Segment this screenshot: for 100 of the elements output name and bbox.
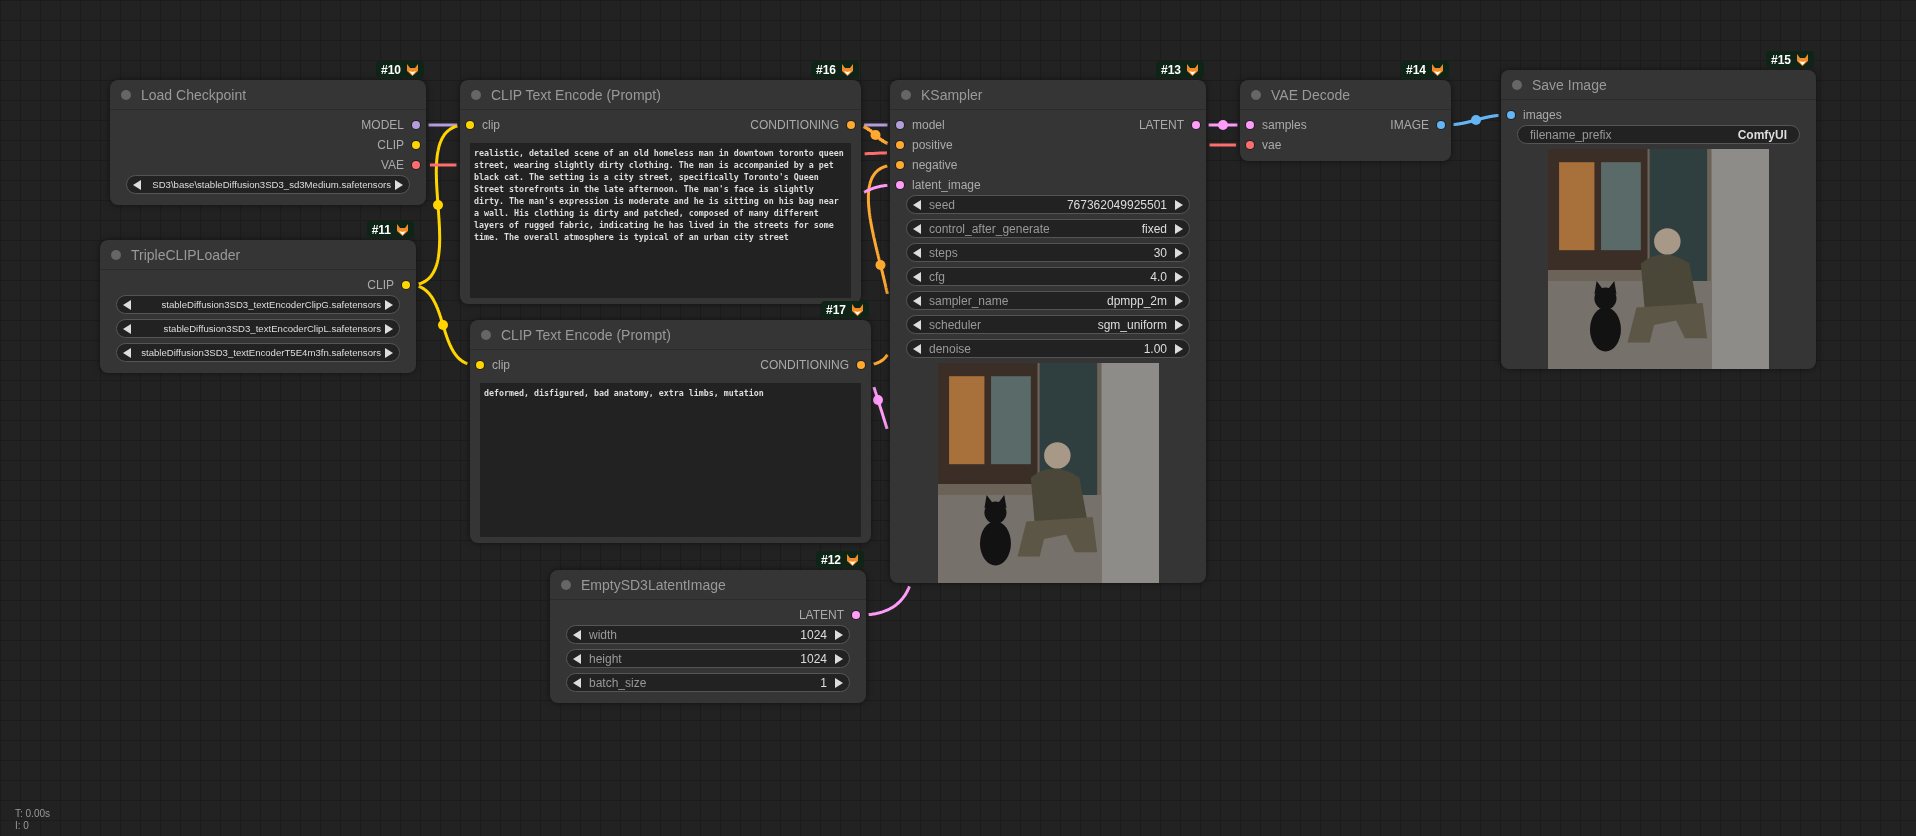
- node-title: KSampler: [921, 86, 983, 103]
- link-center-dot[interactable]: [438, 320, 448, 330]
- right-arrow-icon: [1175, 272, 1183, 282]
- node-dot-icon[interactable]: [121, 89, 131, 100]
- output-slot[interactable]: [847, 121, 855, 129]
- number-widget[interactable]: width 1024: [566, 625, 850, 644]
- combo-widget[interactable]: sampler_name dpmpp_2m: [906, 291, 1190, 310]
- node-id: #15: [1770, 52, 1791, 67]
- slot-label: CONDITIONING: [760, 358, 849, 372]
- node-title: EmptySD3LatentImage: [581, 576, 726, 593]
- output-slot[interactable]: [412, 161, 420, 169]
- connection-wire[interactable]: [428, 123, 458, 127]
- link-center-dot[interactable]: [875, 260, 886, 270]
- number-widget[interactable]: cfg 4.0: [906, 267, 1190, 286]
- slot-label: MODEL: [361, 118, 404, 132]
- node-dot-icon[interactable]: [561, 579, 571, 590]
- number-widget[interactable]: steps 30: [906, 243, 1190, 262]
- combo-widget[interactable]: stableDiffusion3SD3_textEncoderClipL.safetensors: [116, 319, 400, 338]
- prompt-textbox[interactable]: realistic, detailed scene of an old homeless man in downtown toronto queen street, wearing slightly dirty clothing. The man is accompanied by a pet black cat. The setting is a city street, specifically Toronto's Queen Street storefronts in the late afternoon. The man's face is slightly dirty. The man's expression is moderate and he is sitting on his bag near a wall. His clothing is dirty and patched, composed of many different layers of rugged fabric, indicating he has lived in the streets for some time. The overall atmosphere is typical of an urban city street: [470, 143, 851, 298]
- node-card[interactable]: CLIP Text Encode (Prompt) clip CONDITIONING deformed, disfigured, bad anatomy, extra limbs, mutation: [470, 320, 871, 543]
- right-arrow-icon: [385, 300, 393, 310]
- left-arrow-icon: [913, 248, 921, 258]
- output-slot[interactable]: [1437, 121, 1445, 129]
- node-dot-icon[interactable]: [481, 329, 491, 340]
- node-dot-icon[interactable]: [471, 89, 481, 100]
- input-slot[interactable]: [896, 161, 904, 169]
- node-title: Save Image: [1532, 76, 1607, 93]
- connection-wire[interactable]: [863, 183, 888, 194]
- number-widget[interactable]: height 1024: [566, 649, 850, 668]
- connection-wire[interactable]: [872, 386, 889, 430]
- output-slot[interactable]: [852, 611, 860, 619]
- left-arrow-icon: [913, 344, 921, 354]
- link-center-dot[interactable]: [1471, 115, 1481, 125]
- slot-label: samples: [1262, 118, 1307, 132]
- output-slot[interactable]: [412, 141, 420, 149]
- node-card[interactable]: EmptySD3LatentImage LATENT width 1024 height 1024 batch_size 1: [550, 570, 866, 703]
- link-center-dot[interactable]: [870, 130, 881, 140]
- right-arrow-icon: [385, 324, 393, 334]
- slot-label: images: [1523, 108, 1562, 122]
- combo-widget[interactable]: stableDiffusion3SD3_textEncoderT5E4m3fn.safetensors: [116, 343, 400, 362]
- right-arrow-icon: [835, 678, 843, 688]
- connection-wire[interactable]: [866, 164, 889, 295]
- input-slot[interactable]: [476, 361, 484, 369]
- number-widget[interactable]: batch_size 1: [566, 673, 850, 692]
- node-card[interactable]: VAE Decode samples IMAGE vae: [1240, 80, 1451, 161]
- combo-widget[interactable]: scheduler sgm_uniform: [906, 315, 1190, 334]
- combo-widget[interactable]: control_after_generate fixed: [906, 219, 1190, 238]
- combo-widget[interactable]: stableDiffusion3SD3_textEncoderClipG.safetensors: [116, 295, 400, 314]
- prompt-textbox[interactable]: deformed, disfigured, bad anatomy, extra limbs, mutation: [480, 383, 861, 537]
- node-id: #12: [820, 552, 841, 567]
- slot-label: clip: [492, 358, 510, 372]
- node-dot-icon[interactable]: [1251, 89, 1261, 100]
- connection-wire[interactable]: [1209, 143, 1237, 147]
- node-dot-icon[interactable]: [111, 249, 121, 260]
- left-arrow-icon: [913, 200, 921, 210]
- fox-icon: [396, 223, 409, 236]
- number-widget[interactable]: denoise 1.00: [906, 339, 1190, 358]
- node-dot-icon[interactable]: [901, 89, 911, 100]
- link-center-dot[interactable]: [433, 200, 443, 210]
- input-slot[interactable]: [1246, 141, 1254, 149]
- slot-label: vae: [1262, 138, 1282, 152]
- input-slot[interactable]: [896, 141, 904, 149]
- output-slot[interactable]: [857, 361, 865, 369]
- connection-wire[interactable]: [862, 125, 889, 145]
- input-slot[interactable]: [466, 121, 474, 129]
- node-card[interactable]: Save Image images filename_prefix ComfyUI: [1501, 70, 1816, 369]
- link-center-dot[interactable]: [1218, 120, 1228, 130]
- number-widget[interactable]: seed 767362049925501: [906, 195, 1190, 214]
- slot-label: CLIP: [377, 138, 404, 152]
- node-title: CLIP Text Encode (Prompt): [491, 86, 661, 103]
- node-card[interactable]: KSampler model LATENT positive negative latent_image seed 767362049925501 control_after_generate fixed steps 30 cfg 4.0 sampler_name dpmpp_2m scheduler sgm_uniform denoise 1.00: [890, 80, 1206, 583]
- combo-widget[interactable]: SD3\base\stableDiffusion3SD3_sd3Medium.safetensors: [126, 175, 410, 194]
- stats-text: T: 0.00s: [15, 808, 51, 820]
- connection-wire[interactable]: [868, 585, 911, 617]
- slot-label: model: [912, 118, 945, 132]
- input-slot[interactable]: [1507, 111, 1515, 119]
- output-slot[interactable]: [412, 121, 420, 129]
- node-card[interactable]: [460, 80, 861, 304]
- left-arrow-icon: [913, 224, 921, 234]
- node-title: Load Checkpoint: [141, 86, 247, 103]
- fox-icon: [406, 63, 419, 76]
- node-id: #11: [371, 222, 391, 237]
- output-slot[interactable]: [1192, 121, 1200, 129]
- link-center-dot[interactable]: [873, 395, 883, 405]
- slot-label: latent_image: [912, 178, 981, 192]
- node-card[interactable]: Load Checkpoint MODEL CLIP VAE SD3\base\stableDiffusion3SD3_sd3Medium.safetensors: [110, 80, 426, 205]
- left-arrow-icon: [913, 320, 921, 330]
- connection-wire[interactable]: [872, 353, 889, 366]
- input-slot[interactable]: [896, 181, 904, 189]
- connection-wire[interactable]: [1452, 113, 1500, 127]
- connection-wire[interactable]: [864, 151, 888, 156]
- output-slot[interactable]: [402, 281, 410, 289]
- text-widget[interactable]: filename_prefix ComfyUI: [1517, 125, 1800, 144]
- input-slot[interactable]: [1246, 121, 1254, 129]
- node-dot-icon[interactable]: [1512, 79, 1522, 90]
- node-card[interactable]: TripleCLIPLoader CLIP stableDiffusion3SD3_textEncoderClipG.safetensors stableDiffusion3SD3_textEncoderClipL.safetensors stableDiffusion3SD3_textEncoderT5E4m3fn.safetensors: [100, 240, 416, 373]
- connection-wire[interactable]: [429, 163, 457, 167]
- input-slot[interactable]: [896, 121, 904, 129]
- right-arrow-icon: [1175, 344, 1183, 354]
- connection-wire[interactable]: [1207, 123, 1239, 127]
